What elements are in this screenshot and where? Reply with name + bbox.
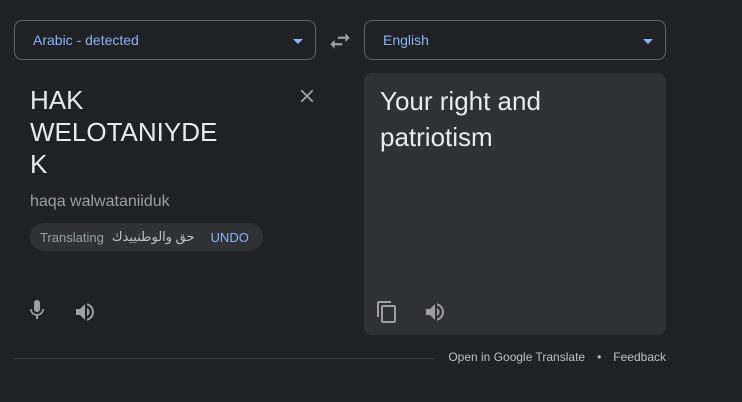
transliteration-text: haqa walwataniiduk: [30, 193, 170, 210]
translating-chip: Translating حق والوطنييدك UNDO: [30, 223, 263, 251]
chevron-down-icon: [293, 39, 303, 44]
source-text-input[interactable]: HAK WELOTANIYDE K: [30, 84, 240, 180]
swap-icon: [330, 33, 350, 49]
close-icon: [300, 89, 314, 103]
copy-icon: [377, 301, 396, 323]
footer-links: Open in Google Translate • Feedback: [448, 350, 666, 364]
target-language-label: English: [383, 32, 429, 48]
target-language-select[interactable]: English: [364, 20, 666, 60]
mic-button[interactable]: [25, 298, 49, 322]
speaker-icon: [426, 303, 444, 321]
speaker-icon: [76, 303, 94, 321]
swap-languages-button[interactable]: [327, 28, 353, 54]
open-in-google-translate-link[interactable]: Open in Google Translate: [448, 350, 585, 364]
source-language-select[interactable]: Arabic - detected: [14, 20, 316, 60]
mic-icon: [30, 300, 44, 319]
listen-source-button[interactable]: [73, 300, 97, 324]
feedback-link[interactable]: Feedback: [613, 350, 666, 364]
footer-divider: [14, 358, 434, 359]
translated-text: Your right and patriotism: [380, 86, 541, 152]
translation-panel: Your right and patriotism: [364, 73, 666, 335]
chip-arabic-text: حق والوطنييدك: [111, 229, 195, 244]
translate-widget: Arabic - detected English HAK WELOTANIYD…: [0, 0, 742, 402]
footer-separator: •: [597, 350, 602, 364]
source-language-label: Arabic - detected: [33, 32, 139, 48]
chip-status-text: Translating: [40, 229, 104, 245]
listen-translation-button[interactable]: [423, 300, 447, 324]
chevron-down-icon: [643, 39, 653, 44]
copy-translation-button[interactable]: [375, 300, 399, 324]
clear-source-button[interactable]: [296, 85, 318, 107]
undo-button[interactable]: UNDO: [211, 230, 249, 245]
